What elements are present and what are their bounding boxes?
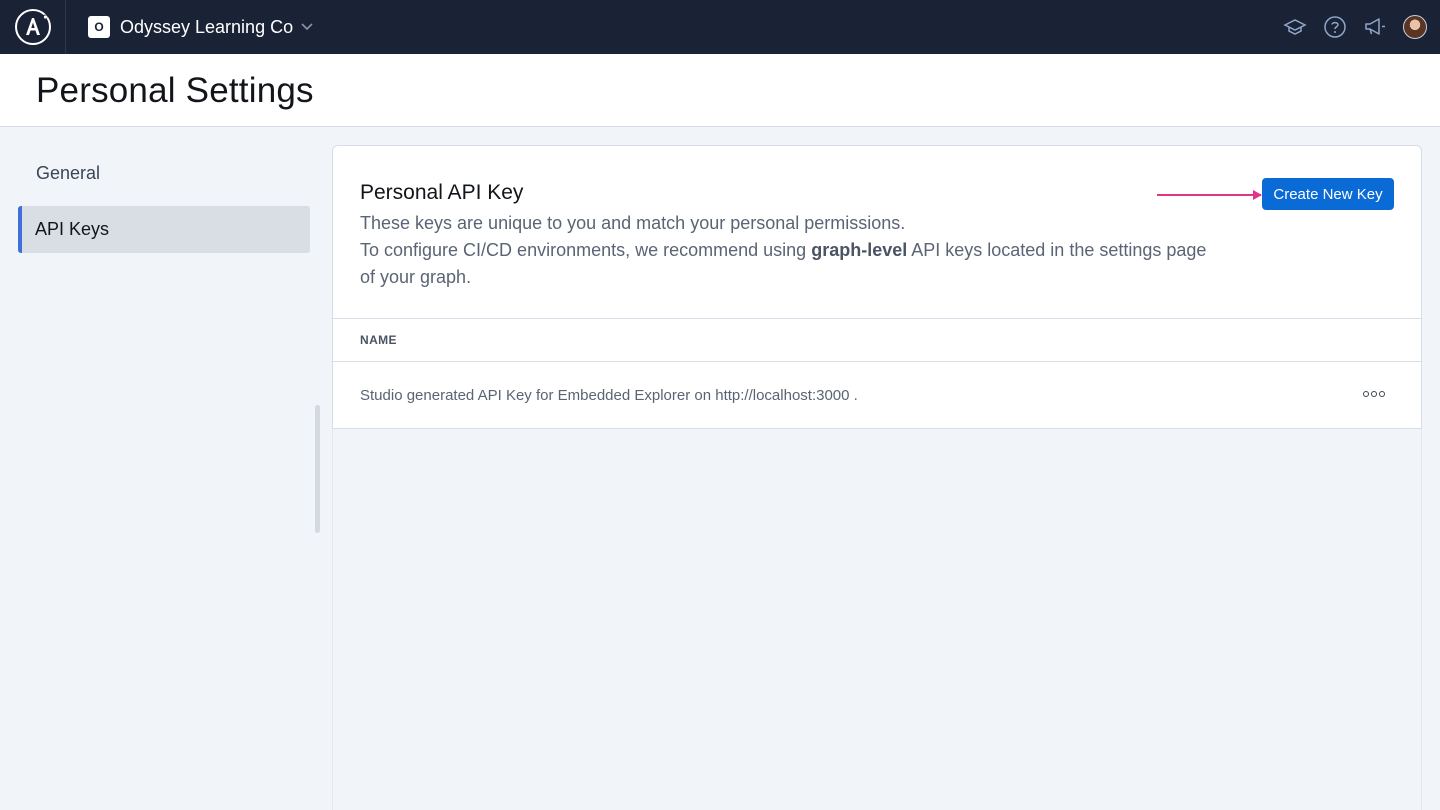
pointer-arrow-line	[1157, 194, 1261, 196]
settings-sidebar: General API Keys	[18, 150, 310, 262]
api-key-name: Studio generated API Key for Embedded Ex…	[360, 386, 858, 404]
column-header-name[interactable]: NAME	[360, 333, 397, 347]
org-switcher[interactable]: O Odyssey Learning Co	[88, 16, 313, 38]
sidebar-scrollbar[interactable]	[315, 405, 320, 533]
card-title: Personal API Key	[360, 181, 524, 204]
apollo-logo[interactable]	[0, 0, 66, 54]
arrow-right-icon	[1253, 190, 1262, 200]
top-icon-group	[1282, 0, 1428, 54]
announcement-icon[interactable]	[1362, 14, 1388, 40]
description-emphasis: graph-level	[811, 240, 908, 260]
learn-hat-icon[interactable]	[1282, 14, 1308, 40]
org-name: Odyssey Learning Co	[120, 16, 294, 37]
user-avatar-image	[1403, 15, 1427, 39]
page-title: Personal Settings	[36, 71, 314, 110]
table-row: Studio generated API Key for Embedded Ex…	[333, 362, 1421, 428]
sidebar-item-general[interactable]: General	[18, 150, 310, 197]
org-initial-badge: O	[88, 16, 110, 38]
sidebar-item-label: API Keys	[35, 219, 110, 239]
more-options-icon[interactable]	[1363, 386, 1385, 402]
description-text: To configure CI/CD environments, we reco…	[360, 240, 812, 260]
chevron-down-icon	[301, 23, 313, 31]
avatar[interactable]	[1402, 14, 1428, 40]
help-icon[interactable]	[1322, 14, 1348, 40]
description-line-2: To configure CI/CD environments, we reco…	[360, 237, 1220, 291]
sidebar-item-api-keys[interactable]: API Keys	[18, 206, 310, 253]
top-navigation-bar: O Odyssey Learning Co	[0, 0, 1440, 54]
description-line-1: These keys are unique to you and match y…	[360, 213, 906, 233]
sidebar-item-label: General	[36, 163, 101, 183]
apollo-logo-icon	[14, 9, 51, 45]
card-description: These keys are unique to you and match y…	[360, 210, 1220, 291]
table-header: NAME	[333, 318, 1421, 362]
page-header: Personal Settings	[0, 54, 1440, 127]
create-new-key-button[interactable]: Create New Key	[1262, 178, 1394, 210]
personal-api-key-card: Personal API Key These keys are unique t…	[332, 145, 1422, 429]
main-content-background	[332, 429, 1422, 810]
